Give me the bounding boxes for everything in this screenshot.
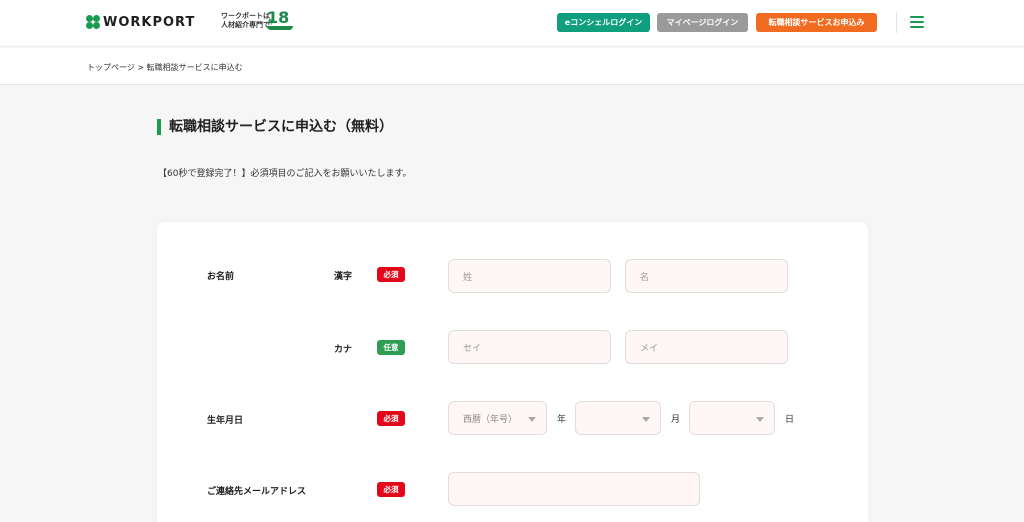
required-badge: 必須 bbox=[377, 482, 405, 497]
email-label: ご連絡先メールアドレス bbox=[207, 487, 307, 497]
page-title: 転職相談サービスに申込む（無料） bbox=[169, 119, 393, 135]
tagline-line2: 人材紹介専門で bbox=[221, 21, 270, 29]
swoosh-decoration bbox=[267, 26, 293, 30]
first-name-kana-input[interactable]: メイ bbox=[625, 330, 788, 364]
year-unit: 年 bbox=[557, 415, 567, 425]
mypage-login-button[interactable]: マイページログイン bbox=[657, 13, 748, 32]
required-badge: 必須 bbox=[377, 267, 405, 282]
tagline: ワークポートは 人材紹介専門で bbox=[221, 12, 270, 30]
birth-day-select[interactable] bbox=[689, 401, 775, 435]
first-name-input[interactable]: 名 bbox=[625, 259, 788, 293]
kanji-label: 漢字 bbox=[334, 272, 353, 282]
hamburger-menu-icon[interactable] bbox=[910, 15, 924, 28]
lead-text: 【60秒で登録完了！】必須項目のご記入をお願いいたします。 bbox=[158, 169, 412, 179]
tagline-line1: ワークポートは bbox=[221, 12, 270, 20]
birthdate-label: 生年月日 bbox=[207, 416, 244, 426]
optional-badge: 任意 bbox=[377, 340, 405, 355]
title-accent-bar bbox=[157, 119, 161, 135]
month-unit: 月 bbox=[671, 415, 681, 425]
last-name-input[interactable]: 姓 bbox=[448, 259, 611, 293]
birth-month-select[interactable] bbox=[575, 401, 661, 435]
kana-label: カナ bbox=[334, 345, 353, 355]
chevron-down-icon bbox=[528, 417, 536, 422]
econcierge-login-button[interactable]: eコンシェルログイン bbox=[557, 13, 650, 32]
registration-form-card: お名前 漢字 必須 姓 名 カナ 任意 セイ メイ 生年月日 必須 西暦（年号）… bbox=[157, 222, 868, 522]
years-badge: 18 年 bbox=[267, 10, 293, 30]
required-badge: 必須 bbox=[377, 411, 405, 426]
name-label: お名前 bbox=[207, 272, 235, 282]
email-input[interactable] bbox=[448, 472, 700, 506]
years-unit: 年 bbox=[268, 19, 275, 26]
logo-wordmark: WORKPORT bbox=[103, 14, 196, 30]
breadcrumb[interactable]: トップページ > 転職相談サービスに申込む bbox=[87, 62, 243, 73]
site-header: WORKPORT ワークポートは 人材紹介専門で 18 年 eコンシェルログイン… bbox=[0, 0, 1024, 47]
last-name-kana-input[interactable]: セイ bbox=[448, 330, 611, 364]
header-divider bbox=[896, 12, 897, 33]
apply-service-button[interactable]: 転職相談サービスお申込み bbox=[756, 13, 877, 32]
chevron-down-icon bbox=[756, 417, 764, 422]
breadcrumb-bar: トップページ > 転職相談サービスに申込む bbox=[0, 48, 1024, 85]
chevron-down-icon bbox=[642, 417, 650, 422]
birth-year-placeholder: 西暦（年号） bbox=[463, 414, 518, 425]
birth-year-select[interactable]: 西暦（年号） bbox=[448, 401, 547, 435]
clover-icon bbox=[86, 15, 100, 29]
workport-logo[interactable]: WORKPORT bbox=[86, 12, 195, 32]
day-unit: 日 bbox=[785, 415, 795, 425]
